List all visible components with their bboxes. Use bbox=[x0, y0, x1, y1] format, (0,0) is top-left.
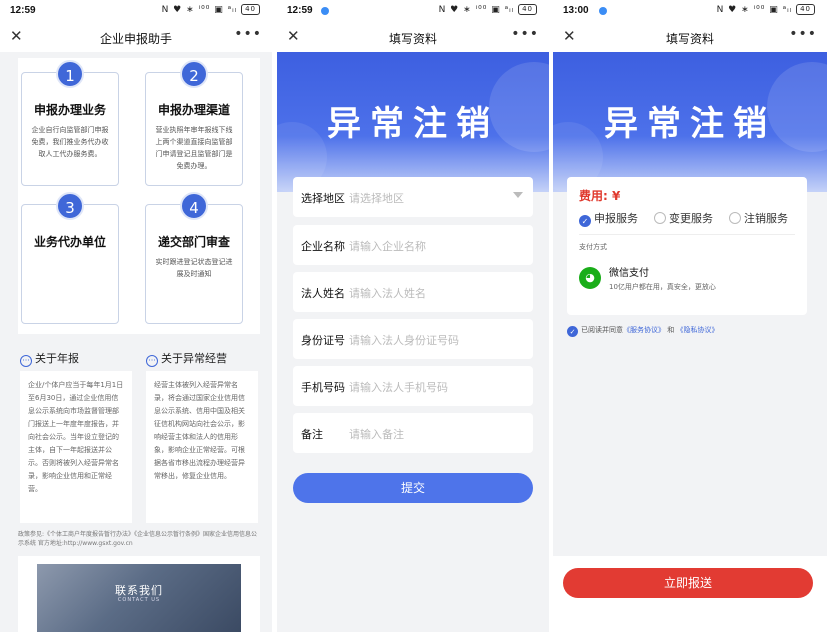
service-agreement-link[interactable]: 《服务协议》 bbox=[623, 326, 665, 334]
chevron-down-icon bbox=[513, 192, 523, 198]
service-option-cancel[interactable]: 注销服务 bbox=[729, 210, 788, 226]
page-title: 企业申报助手 bbox=[99, 32, 172, 46]
checkbox-checked-icon[interactable]: ✓ bbox=[567, 326, 578, 337]
divider bbox=[579, 234, 795, 235]
screen-assistant-home: 12:59 N ♥ ∗ ⁱ⁰⁰ ▣ ᵃᵢₗ 40 ✕ 企业申报助手 ••• 1 … bbox=[0, 0, 272, 632]
step-card-4: 4 递交部门审查 实时跟进登记状态登记进展及时通知 bbox=[145, 192, 243, 324]
nav-bar: ✕ 填写资料 ••• bbox=[553, 22, 827, 52]
screen-fill-form: 12:59 N ♥ ∗ ⁱ⁰⁰ ▣ ᵃᵢₗ 40 ✕ 填写资料 ••• 异常注销… bbox=[277, 0, 549, 632]
about-annual-header: ··· 关于年报 bbox=[20, 350, 79, 367]
status-bar: 13:00 N ♥ ∗ ⁱ⁰⁰ ▣ ᵃᵢₗ 40 bbox=[553, 0, 827, 22]
battery-icon: 40 bbox=[796, 4, 815, 15]
fee-label: 费用: ¥ bbox=[579, 189, 621, 203]
field-placeholder: 请输入法人身份证号码 bbox=[349, 334, 459, 347]
contact-subtitle: CONTACT US bbox=[117, 597, 161, 603]
status-bar: 12:59 N ♥ ∗ ⁱ⁰⁰ ▣ ᵃᵢₗ 40 bbox=[0, 0, 272, 22]
payment-card: 费用: ¥ ✓ 申报服务 变更服务 注销服务 支付方式 ◕ 微信支付 10亿用户都… bbox=[567, 177, 807, 315]
legal-person-input[interactable]: 法人姓名 请输入法人姓名 bbox=[293, 272, 533, 312]
field-placeholder: 请输入法人姓名 bbox=[349, 287, 426, 300]
field-label: 备注 bbox=[301, 428, 323, 441]
page-title: 填写资料 bbox=[665, 32, 714, 46]
step-title: 递交部门审查 bbox=[157, 235, 230, 249]
step-desc: 实时跟进登记状态登记进展及时通知 bbox=[155, 258, 233, 278]
field-placeholder: 请输入企业名称 bbox=[349, 240, 426, 253]
field-placeholder: 请输入法人手机号码 bbox=[349, 381, 448, 394]
service-option-change[interactable]: 变更服务 bbox=[654, 210, 713, 226]
wechat-pay-name[interactable]: 微信支付 bbox=[609, 264, 649, 279]
step-card-1: 1 申报办理业务 企业自行向监管部门申报免费，我们推业务代办收取人工代办服务费。 bbox=[21, 60, 119, 186]
step-desc: 企业自行向监管部门申报免费，我们推业务代办收取人工代办服务费。 bbox=[31, 126, 109, 158]
nav-bar: ✕ 企业申报助手 ••• bbox=[0, 22, 272, 52]
contact-image: 联系我们 CONTACT US bbox=[37, 564, 241, 632]
field-label: 身份证号 bbox=[301, 334, 345, 347]
step-number-badge: 4 bbox=[180, 192, 208, 220]
battery-icon: 40 bbox=[518, 4, 537, 15]
hero-banner: 异常注销 bbox=[553, 52, 827, 192]
step-desc: 营业执照年审年报线下线上两个渠道直接向监管部门申请登记且监管部门是免费办理。 bbox=[155, 126, 233, 170]
status-icons: N ♥ ∗ ⁱ⁰⁰ ▣ ᵃᵢₗ 40 bbox=[439, 4, 537, 15]
policy-reference: 政策参见:《个体工商户年度报告暂行办法》《企业信息公示暂行条例》国家企业信用信息… bbox=[18, 531, 258, 547]
notification-dot-icon bbox=[599, 7, 607, 15]
process-steps-panel: 1 申报办理业务 企业自行向监管部门申报免费，我们推业务代办收取人工代办服务费。… bbox=[18, 58, 260, 334]
status-icons: N ♥ ∗ ⁱ⁰⁰ ▣ ᵃᵢₗ 40 bbox=[717, 4, 815, 15]
more-icon[interactable]: ••• bbox=[234, 26, 262, 42]
step-card-3: 3 业务代办单位 bbox=[21, 192, 119, 324]
status-icons: N ♥ ∗ ⁱ⁰⁰ ▣ ᵃᵢₗ 40 bbox=[162, 4, 260, 15]
company-name-input[interactable]: 企业名称 请输入企业名称 bbox=[293, 225, 533, 265]
radio-unchecked-icon bbox=[729, 212, 741, 224]
about-abnormal-header: ··· 关于异常经营 bbox=[146, 350, 227, 367]
about-abnormal-text: 经营主体被列入经营异常名录，将会通过国家企业信用信息公示系统、信用中国及相关征信… bbox=[146, 371, 258, 523]
status-bar: 12:59 N ♥ ∗ ⁱ⁰⁰ ▣ ᵃᵢₗ 40 bbox=[277, 0, 549, 22]
info-dots-icon: ··· bbox=[20, 355, 32, 367]
step-title: 申报办理渠道 bbox=[157, 103, 230, 117]
battery-icon: 40 bbox=[241, 4, 260, 15]
phone-input[interactable]: 手机号码 请输入法人手机号码 bbox=[293, 366, 533, 406]
step-card-2: 2 申报办理渠道 营业执照年审年报线下线上两个渠道直接向监管部门申请登记且监管部… bbox=[145, 60, 243, 186]
info-dots-icon: ··· bbox=[146, 355, 158, 367]
step-title: 申报办理业务 bbox=[33, 103, 106, 117]
pay-method-label: 支付方式 bbox=[579, 243, 607, 251]
submit-button[interactable]: 提交 bbox=[293, 473, 533, 503]
about-annual-text: 企业/个体户应当于每年1月1日至6月30日，通过企业信用信息公示系统向市场监督管… bbox=[20, 371, 132, 523]
step-number-badge: 1 bbox=[56, 60, 84, 88]
banner-title: 异常注销 bbox=[604, 104, 776, 144]
status-time: 12:59 bbox=[287, 5, 313, 16]
report-now-button[interactable]: 立即报送 bbox=[563, 568, 813, 598]
privacy-agreement-link[interactable]: 《隐私协议》 bbox=[676, 326, 718, 334]
step-title: 业务代办单位 bbox=[33, 235, 106, 249]
more-icon[interactable]: ••• bbox=[511, 26, 539, 42]
notification-dot-icon bbox=[321, 7, 329, 15]
field-label: 企业名称 bbox=[301, 240, 345, 253]
wechat-pay-icon: ◕ bbox=[579, 267, 601, 289]
region-select[interactable]: 选择地区 请选择地区 bbox=[293, 177, 533, 217]
page-title: 填写资料 bbox=[388, 32, 437, 46]
status-time: 12:59 bbox=[10, 5, 36, 16]
field-label: 选择地区 bbox=[301, 192, 345, 205]
screen-payment: 13:00 N ♥ ∗ ⁱ⁰⁰ ▣ ᵃᵢₗ 40 ✕ 填写资料 ••• 异常注销… bbox=[553, 0, 827, 632]
radio-unchecked-icon bbox=[654, 212, 666, 224]
remarks-input[interactable]: 备注 请输入备注 bbox=[293, 413, 533, 453]
service-option-report[interactable]: ✓ 申报服务 bbox=[579, 210, 638, 227]
step-desc bbox=[22, 250, 118, 256]
more-icon[interactable]: ••• bbox=[789, 26, 817, 42]
step-number-badge: 3 bbox=[56, 192, 84, 220]
banner-title: 异常注销 bbox=[327, 104, 499, 144]
field-label: 法人姓名 bbox=[301, 287, 345, 300]
contact-title: 联系我们 bbox=[115, 584, 163, 597]
id-number-input[interactable]: 身份证号 请输入法人身份证号码 bbox=[293, 319, 533, 359]
contact-us-banner[interactable]: 联系我们 CONTACT US bbox=[18, 556, 260, 632]
radio-checked-icon: ✓ bbox=[579, 215, 591, 227]
field-label: 手机号码 bbox=[301, 381, 345, 394]
wechat-pay-desc: 10亿用户都在用，真安全，更放心 bbox=[609, 283, 716, 291]
step-number-badge: 2 bbox=[180, 60, 208, 88]
nav-bar: ✕ 填写资料 ••• bbox=[277, 22, 549, 52]
hero-banner: 异常注销 bbox=[277, 52, 549, 192]
field-placeholder: 请输入备注 bbox=[349, 428, 404, 441]
field-placeholder: 请选择地区 bbox=[349, 192, 404, 205]
agreement-row[interactable]: ✓ 已阅读并同意《服务协议》 和 《隐私协议》 bbox=[567, 325, 718, 337]
status-time: 13:00 bbox=[563, 5, 589, 16]
bottom-bar: 立即报送 bbox=[553, 556, 827, 632]
